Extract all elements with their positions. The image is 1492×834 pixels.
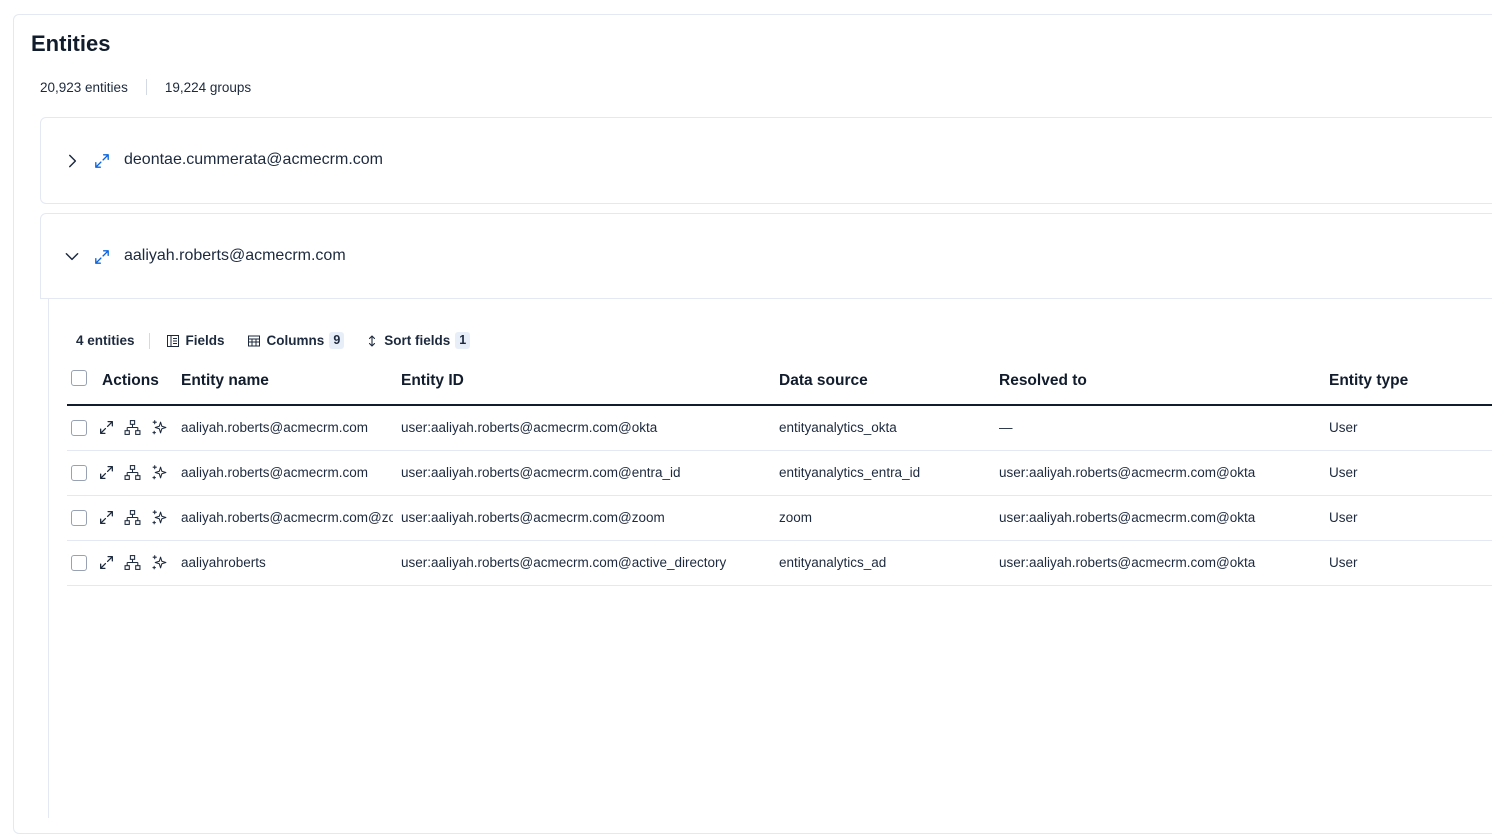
toolbar-divider [148, 332, 150, 349]
cell-entity-id: user:aaliyah.roberts@acmecrm.com@okta [401, 420, 658, 435]
table-row: aaliyahroberts user:aaliyah.roberts@acme… [67, 541, 1492, 586]
header-resolved-to[interactable]: Resolved to [999, 372, 1087, 390]
ai-sparkles-icon[interactable] [151, 554, 168, 571]
groups-count: 19,224 groups [164, 79, 252, 95]
chevron-right-icon[interactable] [63, 152, 81, 170]
header-actions[interactable]: Actions [102, 372, 159, 390]
expand-icon[interactable] [98, 509, 115, 526]
header-data-source[interactable]: Data source [779, 372, 868, 390]
expand-icon[interactable] [93, 152, 111, 170]
ai-sparkles-icon[interactable] [151, 419, 168, 436]
cell-resolved-to: — [999, 420, 1013, 435]
cell-resolved-to: user:aaliyah.roberts@acmecrm.com@okta [999, 465, 1256, 480]
cell-data-source: zoom [779, 510, 813, 525]
header-entity-type[interactable]: Entity type [1329, 372, 1408, 390]
cell-data-source: entityanalytics_ad [779, 555, 887, 570]
header-entity-name[interactable]: Entity name [181, 372, 269, 390]
group-header[interactable]: deontae.cummerata@acmecrm.com [40, 117, 1492, 204]
row-checkbox[interactable] [71, 510, 87, 526]
cell-entity-type: User [1329, 420, 1358, 435]
cell-entity-name: aaliyah.roberts@acmecrm.com@zoom [181, 510, 393, 525]
sort-icon [369, 334, 376, 347]
header-entity-id[interactable]: Entity ID [401, 372, 464, 390]
columns-label: Columns [266, 333, 325, 348]
expand-icon[interactable] [98, 419, 115, 436]
expand-icon[interactable] [93, 248, 111, 266]
chevron-down-icon[interactable] [63, 247, 81, 265]
sort-fields-button[interactable]: Sort fields 1 [366, 332, 471, 349]
table-row: aaliyah.roberts@acmecrm.com user:aaliyah… [67, 451, 1492, 496]
cell-entity-name: aaliyah.roberts@acmecrm.com [181, 465, 369, 480]
group-header[interactable]: aaliyah.roberts@acmecrm.com [40, 213, 1492, 299]
cell-entity-id: user:aaliyah.roberts@acmecrm.com@entra_i… [401, 465, 681, 480]
table-header: Actions Entity name Entity ID Data sourc… [67, 360, 1492, 406]
entities-table: Actions Entity name Entity ID Data sourc… [67, 360, 1492, 586]
hierarchy-icon[interactable] [124, 419, 141, 436]
table-icon [247, 335, 260, 346]
page-title: Entities [31, 31, 111, 56]
cell-entity-id: user:aaliyah.roberts@acmecrm.com@zoom [401, 510, 665, 525]
ai-sparkles-icon[interactable] [151, 509, 168, 526]
columns-count-badge: 9 [329, 332, 345, 349]
cell-resolved-to: user:aaliyah.roberts@acmecrm.com@okta [999, 555, 1256, 570]
group-content-border [48, 298, 49, 818]
expand-icon[interactable] [98, 464, 115, 481]
cell-data-source: entityanalytics_okta [779, 420, 897, 435]
cell-entity-type: User [1329, 465, 1358, 480]
cell-entity-name: aaliyahroberts [181, 555, 266, 570]
grid-toolbar: 4 entities Fields Columns 9 Sort fields … [76, 332, 492, 349]
cell-entity-name: aaliyah.roberts@acmecrm.com [181, 420, 369, 435]
expand-icon[interactable] [98, 554, 115, 571]
cell-data-source: entityanalytics_entra_id [779, 465, 921, 480]
select-all-checkbox[interactable] [71, 370, 87, 386]
cell-entity-id: user:aaliyah.roberts@acmecrm.com@active_… [401, 555, 727, 570]
cell-entity-type: User [1329, 510, 1358, 525]
stats-divider [145, 79, 147, 95]
cell-resolved-to: user:aaliyah.roberts@acmecrm.com@okta [999, 510, 1256, 525]
columns-button[interactable]: Columns 9 [247, 332, 345, 349]
hierarchy-icon[interactable] [124, 509, 141, 526]
group-name: deontae.cummerata@acmecrm.com [124, 151, 383, 168]
table-row: aaliyah.roberts@acmecrm.com user:aaliyah… [67, 406, 1492, 451]
fields-label: Fields [185, 333, 225, 348]
cell-entity-type: User [1329, 555, 1358, 570]
group-name: aaliyah.roberts@acmecrm.com [124, 247, 346, 264]
group-entity-count: 4 entities [76, 333, 135, 348]
hierarchy-icon[interactable] [124, 464, 141, 481]
hierarchy-icon[interactable] [124, 554, 141, 571]
list-icon [166, 334, 179, 347]
row-checkbox[interactable] [71, 420, 87, 436]
table-row: aaliyah.roberts@acmecrm.com@zoom user:aa… [67, 496, 1492, 541]
stats-bar: 20,923 entities 19,224 groups [40, 79, 251, 95]
sort-fields-label: Sort fields [384, 333, 451, 348]
row-checkbox[interactable] [71, 555, 87, 571]
entities-count: 20,923 entities [40, 79, 128, 95]
row-checkbox[interactable] [71, 465, 87, 481]
sort-count-badge: 1 [455, 332, 471, 349]
ai-sparkles-icon[interactable] [151, 464, 168, 481]
fields-button[interactable]: Fields [166, 333, 225, 348]
